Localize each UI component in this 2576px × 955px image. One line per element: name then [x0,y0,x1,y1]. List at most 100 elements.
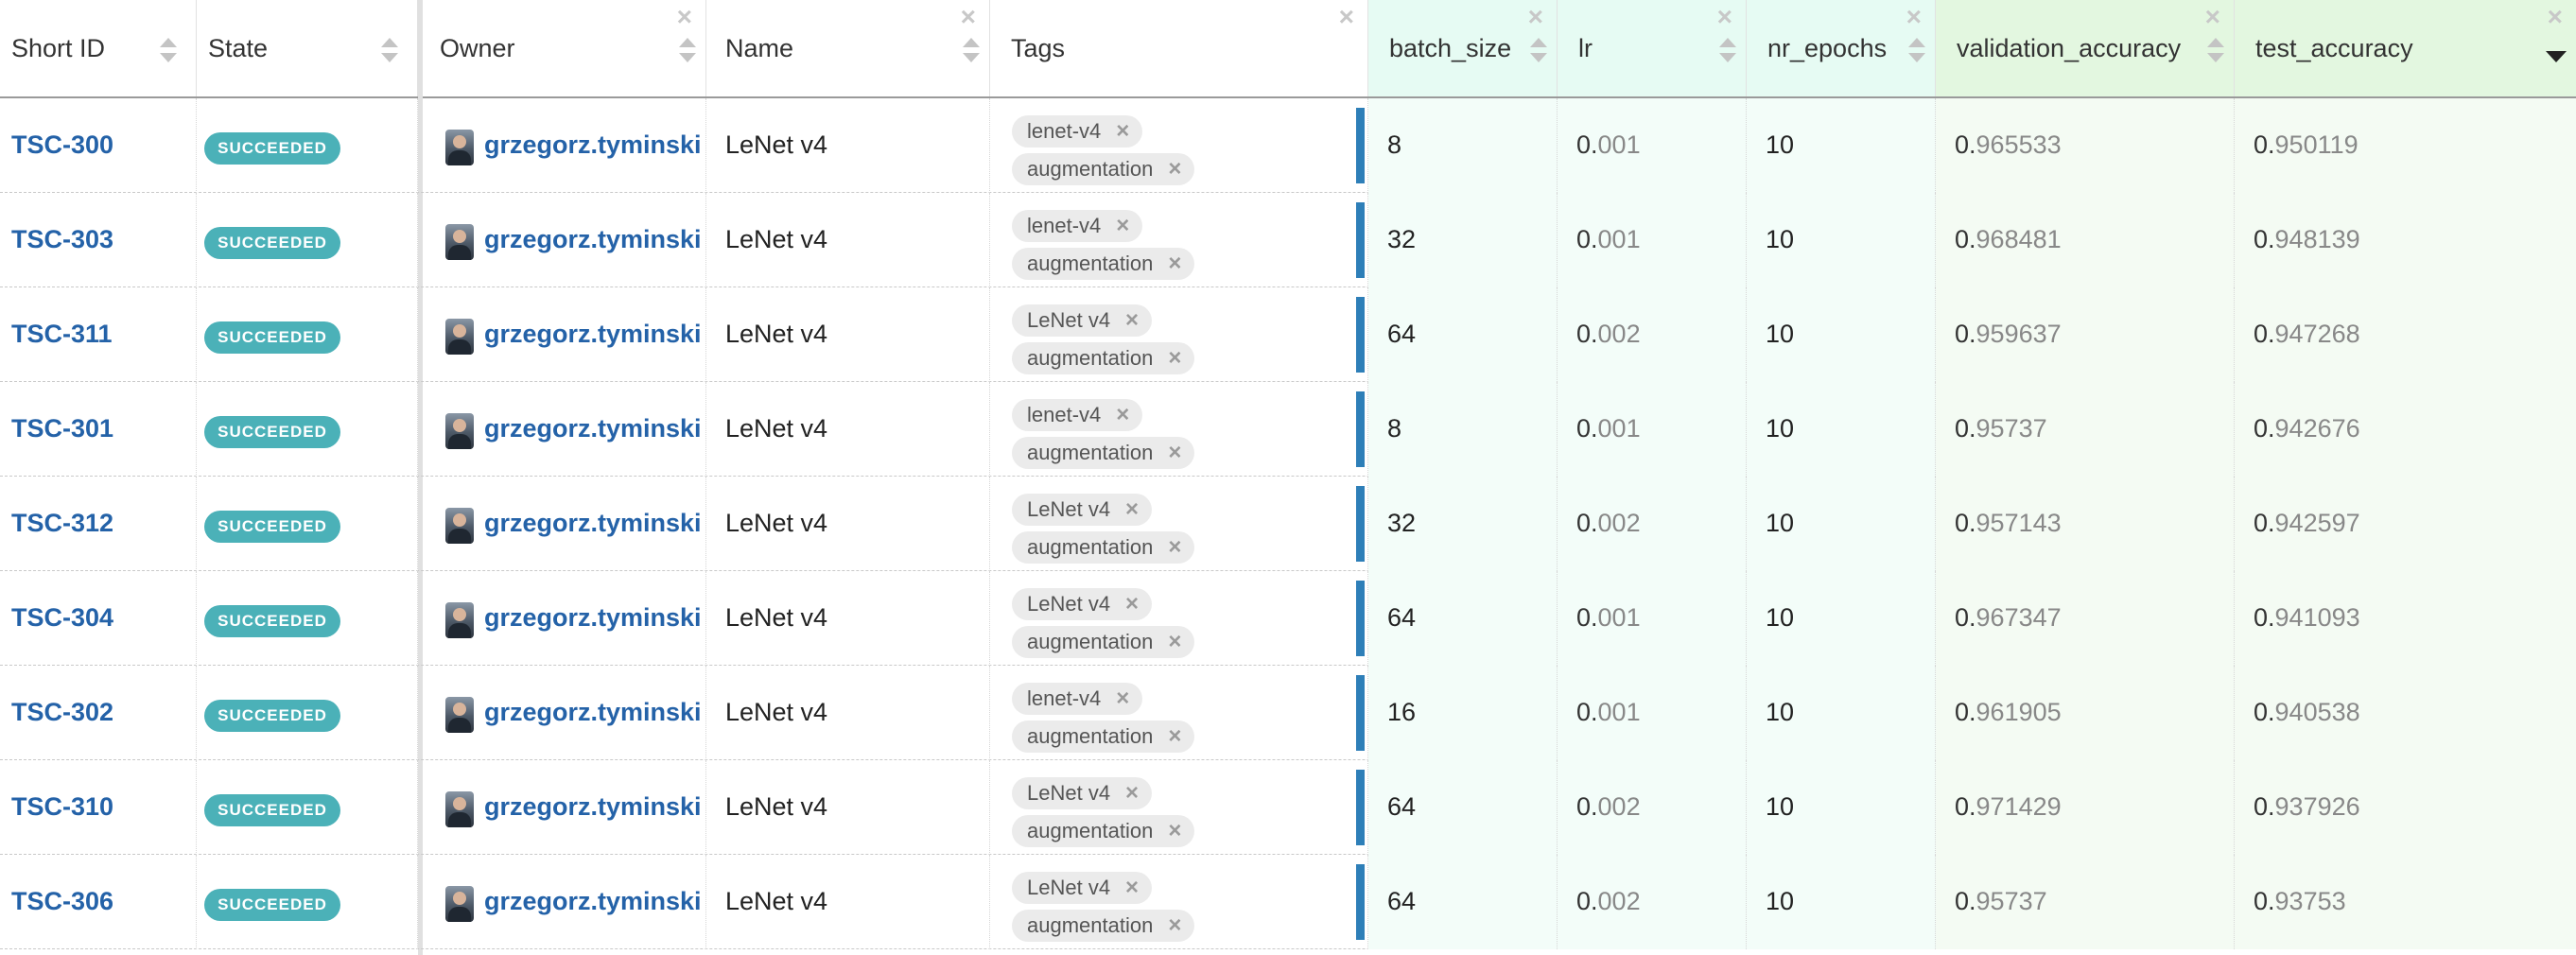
table-row[interactable]: TSC-312 SUCCEEDED grzegorz.tyminski LeNet v… [0,477,2576,571]
close-icon[interactable]: × [1116,399,1129,431]
close-icon[interactable]: × [1168,342,1181,374]
tag-chip[interactable]: augmentation × [1012,626,1195,658]
column-header-tags[interactable]: Tags × [990,0,1368,96]
close-icon[interactable]: × [1528,4,1543,30]
table-row[interactable]: TSC-303 SUCCEEDED grzegorz.tyminski LeNet v… [0,193,2576,287]
tag-chip[interactable]: LeNet v4 × [1012,494,1153,526]
column-header-batch-size[interactable]: batch_size × [1368,0,1558,96]
close-icon[interactable]: × [1168,248,1181,280]
run-id-link[interactable]: TSC-304 [11,603,113,633]
close-icon[interactable]: × [1168,721,1181,753]
run-id-link[interactable]: TSC-310 [11,792,113,822]
close-icon[interactable]: × [1168,626,1181,658]
tag-chip[interactable]: augmentation × [1012,248,1195,280]
batch-size-value: 64 [1387,887,1417,915]
close-icon[interactable]: × [2548,4,2563,30]
table-row[interactable]: TSC-304 SUCCEEDED grzegorz.tyminski LeNet v… [0,571,2576,666]
close-icon[interactable]: × [1116,115,1129,148]
table-row[interactable]: TSC-300 SUCCEEDED grzegorz.tyminski LeNet v… [0,98,2576,193]
close-icon[interactable]: × [1116,210,1129,242]
owner-link[interactable]: grzegorz.tyminski [484,887,702,916]
close-icon[interactable]: × [1125,304,1139,337]
tag-chip[interactable]: augmentation × [1012,153,1195,185]
close-icon[interactable]: × [677,4,692,30]
close-icon[interactable]: × [1125,777,1139,809]
test-decimal-part: 941093 [2274,603,2360,632]
sort-arrows-icon[interactable] [2207,38,2224,66]
sort-arrows-icon[interactable] [1719,38,1736,66]
column-header-validation-accuracy[interactable]: validation_accuracy × [1936,0,2235,96]
tag-chip[interactable]: LeNet v4 × [1012,872,1153,904]
tag-chip[interactable]: augmentation × [1012,910,1195,942]
run-id-link[interactable]: TSC-301 [11,414,113,443]
table-row[interactable]: TSC-301 SUCCEEDED grzegorz.tyminski LeNet v… [0,382,2576,477]
sort-arrows-icon[interactable] [963,38,980,66]
close-icon[interactable]: × [1339,4,1354,30]
column-header-short-id[interactable]: Short ID [0,0,197,96]
val-decimal-part: 957143 [1976,509,2062,537]
tag-chip[interactable]: augmentation × [1012,815,1195,847]
close-icon[interactable]: × [1168,815,1181,847]
close-icon[interactable]: × [2205,4,2220,30]
avatar [445,791,474,827]
run-name: LeNet v4 [725,887,828,915]
tag-chip[interactable]: LeNet v4 × [1012,777,1153,809]
owner-link[interactable]: grzegorz.tyminski [484,414,702,443]
run-id-link[interactable]: TSC-303 [11,225,113,254]
tag-label: augmentation [1027,157,1154,181]
run-id-link[interactable]: TSC-311 [11,320,113,349]
tag-chip[interactable]: LeNet v4 × [1012,588,1153,620]
owner-link[interactable]: grzegorz.tyminski [484,130,702,160]
close-icon[interactable]: × [1116,683,1129,715]
sort-arrows-icon[interactable] [160,38,177,66]
tag-chip[interactable]: augmentation × [1012,531,1195,564]
row-color-marker [1356,581,1365,656]
close-icon[interactable]: × [1168,153,1181,185]
column-header-lr[interactable]: lr × [1558,0,1747,96]
column-header-nr-epochs[interactable]: nr_epochs × [1747,0,1936,96]
sort-arrows-icon[interactable] [381,38,398,66]
sort-arrows-icon[interactable] [1530,38,1547,66]
owner-link[interactable]: grzegorz.tyminski [484,225,702,254]
tag-chip[interactable]: lenet-v4 × [1012,115,1143,148]
close-icon[interactable]: × [1125,588,1139,620]
tag-chip[interactable]: lenet-v4 × [1012,683,1143,715]
table-row[interactable]: TSC-302 SUCCEEDED grzegorz.tyminski LeNet v… [0,666,2576,760]
run-id-link[interactable]: TSC-306 [11,887,113,916]
tag-chip[interactable]: augmentation × [1012,437,1195,469]
close-icon[interactable]: × [1168,531,1181,564]
tag-chip[interactable]: lenet-v4 × [1012,210,1143,242]
close-icon[interactable]: × [1168,910,1181,942]
table-row[interactable]: TSC-306 SUCCEEDED grzegorz.tyminski LeNet v… [0,855,2576,949]
owner-link[interactable]: grzegorz.tyminski [484,792,702,822]
close-icon[interactable]: × [1168,437,1181,469]
owner-link[interactable]: grzegorz.tyminski [484,509,702,538]
close-icon[interactable]: × [1125,872,1139,904]
owner-link[interactable]: grzegorz.tyminski [484,320,702,349]
tag-chip[interactable]: augmentation × [1012,342,1195,374]
run-id-link[interactable]: TSC-300 [11,130,113,160]
column-header-owner[interactable]: Owner × [423,0,706,96]
table-row[interactable]: TSC-310 SUCCEEDED grzegorz.tyminski LeNet v… [0,760,2576,855]
tag-chip[interactable]: lenet-v4 × [1012,399,1143,431]
owner-link[interactable]: grzegorz.tyminski [484,698,702,727]
nr-epochs-value: 10 [1766,130,1795,159]
sort-arrows-icon[interactable] [1908,38,1925,66]
run-id-link[interactable]: TSC-302 [11,698,113,727]
column-header-state[interactable]: State [197,0,418,96]
run-id-link[interactable]: TSC-312 [11,509,113,538]
column-header-test-accuracy[interactable]: test_accuracy × [2235,0,2576,96]
table-row[interactable]: TSC-311 SUCCEEDED grzegorz.tyminski LeNet v… [0,287,2576,382]
close-icon[interactable]: × [1125,494,1139,526]
sort-arrows-icon[interactable] [679,38,696,66]
tag-chip[interactable]: LeNet v4 × [1012,304,1153,337]
tag-chip[interactable]: augmentation × [1012,721,1195,753]
owner-link[interactable]: grzegorz.tyminski [484,603,702,633]
cell-test-accuracy: 0.940538 [2235,666,2576,760]
caret-down-icon[interactable] [2546,51,2567,62]
close-icon[interactable]: × [961,4,976,30]
close-icon[interactable]: × [1717,4,1732,30]
close-icon[interactable]: × [1906,4,1922,30]
column-header-name[interactable]: Name × [706,0,990,96]
cell-short-id: TSC-302 [0,666,197,760]
